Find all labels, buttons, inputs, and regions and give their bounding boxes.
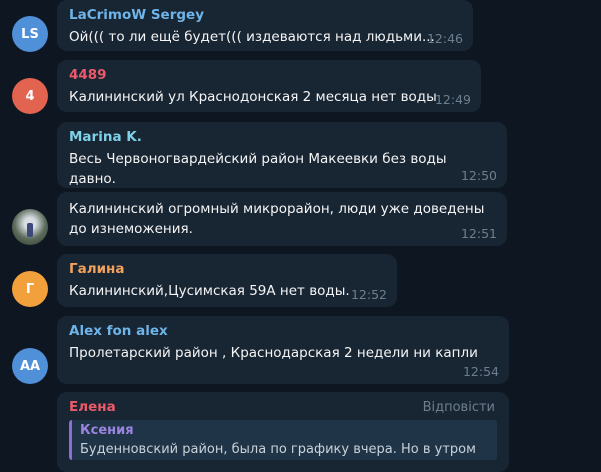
message-text: Ой((( то ли ещё будет((( издеваются над … [69,29,435,45]
message-text: Весь Червоногвардейский район Макеевки б… [69,151,447,187]
message-bubble[interactable]: Alex fon alex Пролетарский район , Красн… [57,316,509,384]
sender-name[interactable]: Marina K. [69,128,495,146]
avatar[interactable]: LS [12,16,48,52]
message-time: 12:50 [460,168,497,183]
message-time: 12:52 [350,287,387,302]
sender-name[interactable]: LaCrimoW Sergey [69,6,461,24]
message-text: Калининский,Цусимская 59А нет воды. [69,283,350,299]
reply-button[interactable]: Відповісти [423,400,495,415]
reply-quote[interactable]: Ксения Буденновский район, была по графи… [69,420,497,460]
message-time: 12:54 [462,364,499,379]
message-bubble[interactable]: Галина Калининский,Цусимская 59А нет вод… [57,254,397,307]
message-text: Калининский огромный микрорайон, люди уж… [69,201,485,237]
message-time: 12:51 [460,226,497,241]
message-bubble[interactable]: LaCrimoW Sergey Ой((( то ли ещё будет(((… [57,0,473,51]
message-bubble[interactable]: Marina K. Весь Червоногвардейский район … [57,122,507,188]
quote-sender: Ксения [80,423,134,438]
sender-name[interactable]: 4489 [69,66,469,84]
sender-name[interactable]: Alex fon alex [69,322,497,340]
message-bubble[interactable]: Калининский огромный микрорайон, люди уж… [57,192,507,246]
message-text: Пролетарский район , Краснодарская 2 нед… [69,345,478,361]
message-time: 12:46 [426,31,463,46]
message-time: 12:49 [434,92,471,107]
message-bubble[interactable]: 4489 Калининский ул Краснодонская 2 меся… [57,60,481,112]
sender-name[interactable]: Галина [69,260,385,278]
avatar[interactable]: AA [12,348,48,384]
user-photo-icon[interactable] [12,209,48,245]
quote-text: Буденновский район, была по графику вчер… [80,442,476,457]
message-bubble[interactable]: Елена Відповісти Ксения Буденновский рай… [57,392,509,472]
avatar[interactable]: Г [12,271,48,307]
message-text: Калининский ул Краснодонская 2 месяца не… [69,89,437,105]
avatar[interactable]: 4 [12,78,48,114]
